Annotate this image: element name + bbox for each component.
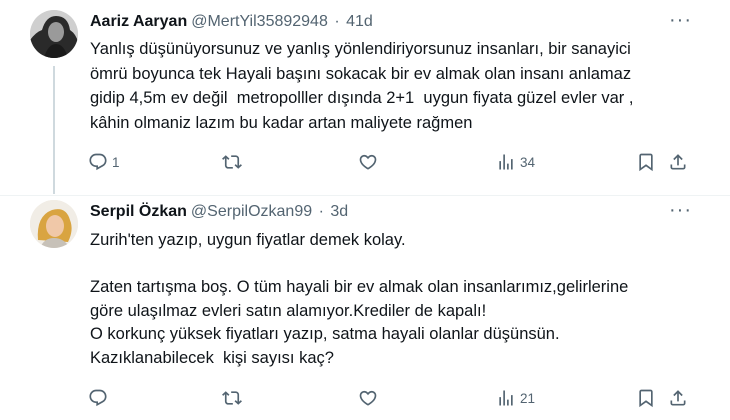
tweet-text-line: Zaten tartışma boş. O tüm hayali bir ev … (90, 278, 629, 296)
tweet-text-line: Yanlış düşünüyorsunuz ve yanlış yönlendi… (90, 40, 631, 58)
tweet-text-line: gidip 4,5m ev değil metropolller dışında… (90, 89, 634, 107)
share-button[interactable] (668, 386, 688, 410)
more-dots-icon[interactable]: ··· (669, 200, 692, 220)
views-count: 21 (520, 390, 536, 406)
avatar[interactable] (30, 200, 78, 248)
views-button[interactable]: 34 (496, 150, 535, 174)
share-icon (670, 390, 686, 406)
bookmark-icon (639, 389, 653, 408)
like-button[interactable] (358, 150, 382, 174)
bookmark-button[interactable] (636, 386, 656, 410)
tweet-text-line: kâhin olmaniz lazım bu kadar artan maliy… (90, 113, 473, 132)
analytics-icon (499, 154, 513, 170)
tweet-text-line: O korkunç yüksek fiyatları yazıp, satma … (90, 325, 560, 343)
tweet-text: Yanlış düşünüyorsunuz ve yanlış yönlendi… (90, 37, 710, 135)
reply-icon (89, 153, 107, 171)
more-dots-icon[interactable]: ··· (669, 10, 692, 30)
author-handle[interactable]: @MertYil35892948 (191, 13, 328, 30)
tweet-header: Aariz Aaryan @MertYil35892948 · 41d (90, 12, 690, 32)
reply-count: 1 (112, 154, 120, 170)
views-count: 34 (520, 154, 536, 170)
action-bar: 21 (0, 386, 730, 410)
action-bar: 1 34 (0, 150, 730, 174)
tweet-text-line (90, 252, 710, 276)
share-icon (670, 154, 686, 170)
separator-dot: · (334, 13, 340, 30)
like-button[interactable] (358, 386, 382, 410)
tweet-text-line: Zurih'ten yazıp, uygun fiyatlar demek ko… (90, 231, 406, 249)
author-name[interactable]: Serpil Özkan (90, 203, 187, 220)
tweet-header: Serpil Özkan @SerpilOzkan99 · 3d (90, 202, 690, 222)
author-name[interactable]: Aariz Aaryan (90, 13, 187, 30)
reply-icon (89, 389, 107, 407)
timestamp[interactable]: 41d (346, 13, 373, 30)
bookmark-button[interactable] (636, 150, 656, 174)
retweet-icon (222, 155, 242, 169)
heart-icon (359, 390, 377, 406)
tweet-text: Zurih'ten yazıp, uygun fiyatlar demek ko… (90, 228, 710, 369)
author-handle[interactable]: @SerpilOzkan99 (191, 203, 312, 220)
avatar-image (30, 10, 78, 58)
tweet[interactable]: Serpil Özkan @SerpilOzkan99 · 3d ··· Zuri… (0, 196, 730, 420)
heart-icon (359, 154, 377, 170)
tweet[interactable]: Aariz Aaryan @MertYil35892948 · 41d ··· Y… (0, 0, 730, 196)
share-button[interactable] (668, 150, 688, 174)
views-button[interactable]: 21 (496, 386, 535, 410)
reply-button[interactable]: 1 (88, 150, 120, 174)
retweet-icon (222, 391, 242, 405)
analytics-icon (499, 390, 513, 406)
thread-connector (53, 66, 55, 194)
tweet-text-line: göre ulaşılmaz evleri satın alamıyor.Kre… (90, 301, 487, 320)
retweet-button[interactable] (222, 386, 246, 410)
tweet-text-line: ömrü boyunca tek Hayali başını sokacak b… (90, 64, 632, 83)
separator-dot: · (318, 203, 324, 220)
timestamp[interactable]: 3d (330, 203, 348, 220)
avatar[interactable] (30, 10, 78, 58)
tweet-text-line: Kazıklanabilecek kişi sayısı kaç? (90, 348, 334, 367)
reply-button[interactable] (88, 386, 112, 410)
avatar-image (30, 200, 78, 248)
retweet-button[interactable] (222, 150, 246, 174)
bookmark-icon (639, 153, 653, 172)
